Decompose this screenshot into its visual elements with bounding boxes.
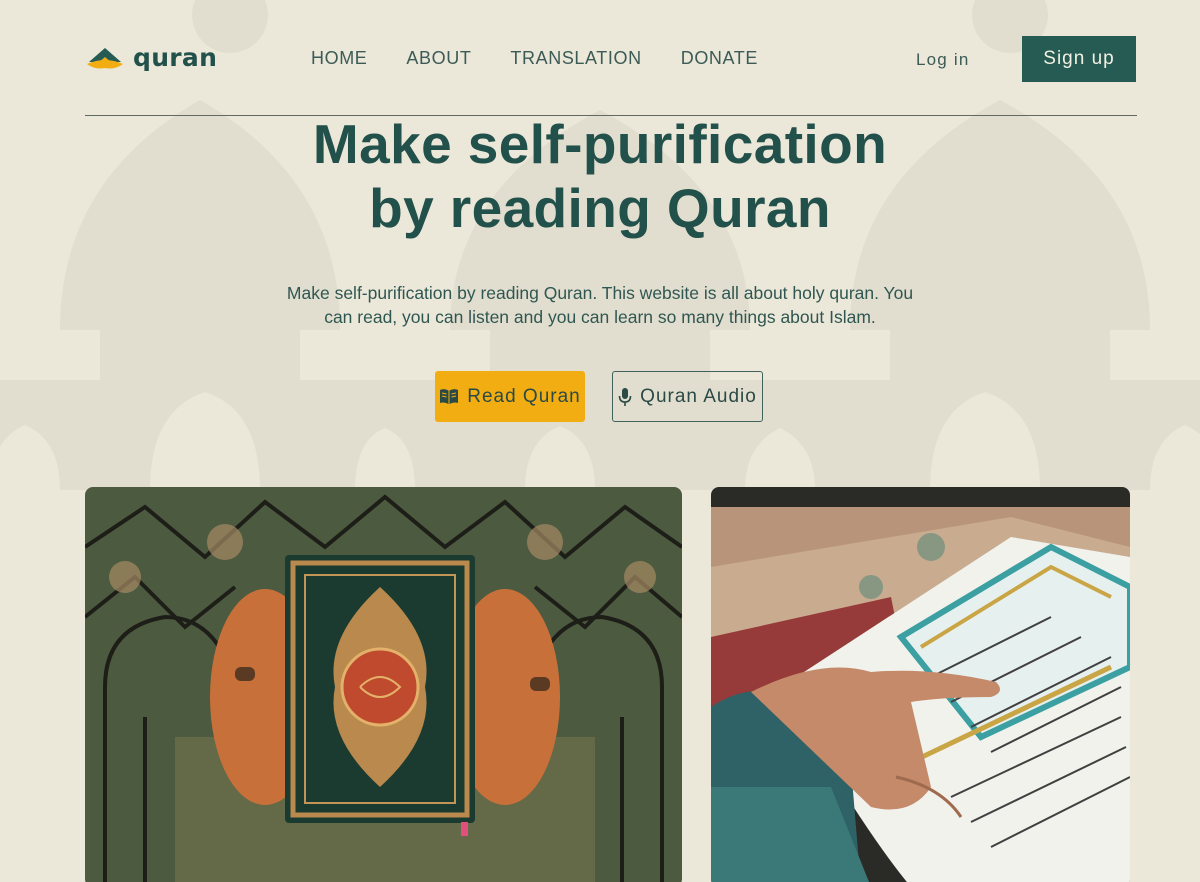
read-quran-button[interactable]: Read Quran [435, 371, 585, 422]
book-icon [440, 388, 459, 404]
microphone-icon [618, 387, 632, 406]
quran-logo-icon [87, 48, 123, 69]
nav-translation[interactable]: TRANSLATION [510, 48, 641, 69]
hero-description: Make self-purification by reading Quran.… [286, 283, 914, 327]
nav-home[interactable]: HOME [311, 48, 367, 69]
signup-button[interactable]: Sign up [1022, 36, 1136, 82]
quran-audio-label: Quran Audio [640, 385, 757, 407]
hero-title-line-2: by reading Quran [369, 177, 831, 239]
quran-audio-button[interactable]: Quran Audio [612, 371, 763, 422]
reading-quran-image [711, 487, 1130, 882]
nav-donate[interactable]: DONATE [681, 48, 758, 69]
hero-title: Make self-purification by reading Quran [0, 112, 1200, 240]
quran-book-on-prayer-mat-photo [85, 487, 682, 882]
read-quran-label: Read Quran [467, 385, 581, 407]
site-header: quran HOME ABOUT TRANSLATION DONATE Log … [85, 0, 1137, 116]
brand-logo[interactable]: quran [85, 42, 217, 72]
brand-name: quran [133, 42, 218, 72]
quran-book-image [85, 487, 682, 882]
reading-quran-page-photo [711, 487, 1130, 882]
main-nav: HOME ABOUT TRANSLATION DONATE [311, 48, 797, 69]
login-link[interactable]: Log in [916, 50, 970, 70]
nav-about[interactable]: ABOUT [406, 48, 471, 69]
hero-title-line-1: Make self-purification [312, 113, 888, 175]
